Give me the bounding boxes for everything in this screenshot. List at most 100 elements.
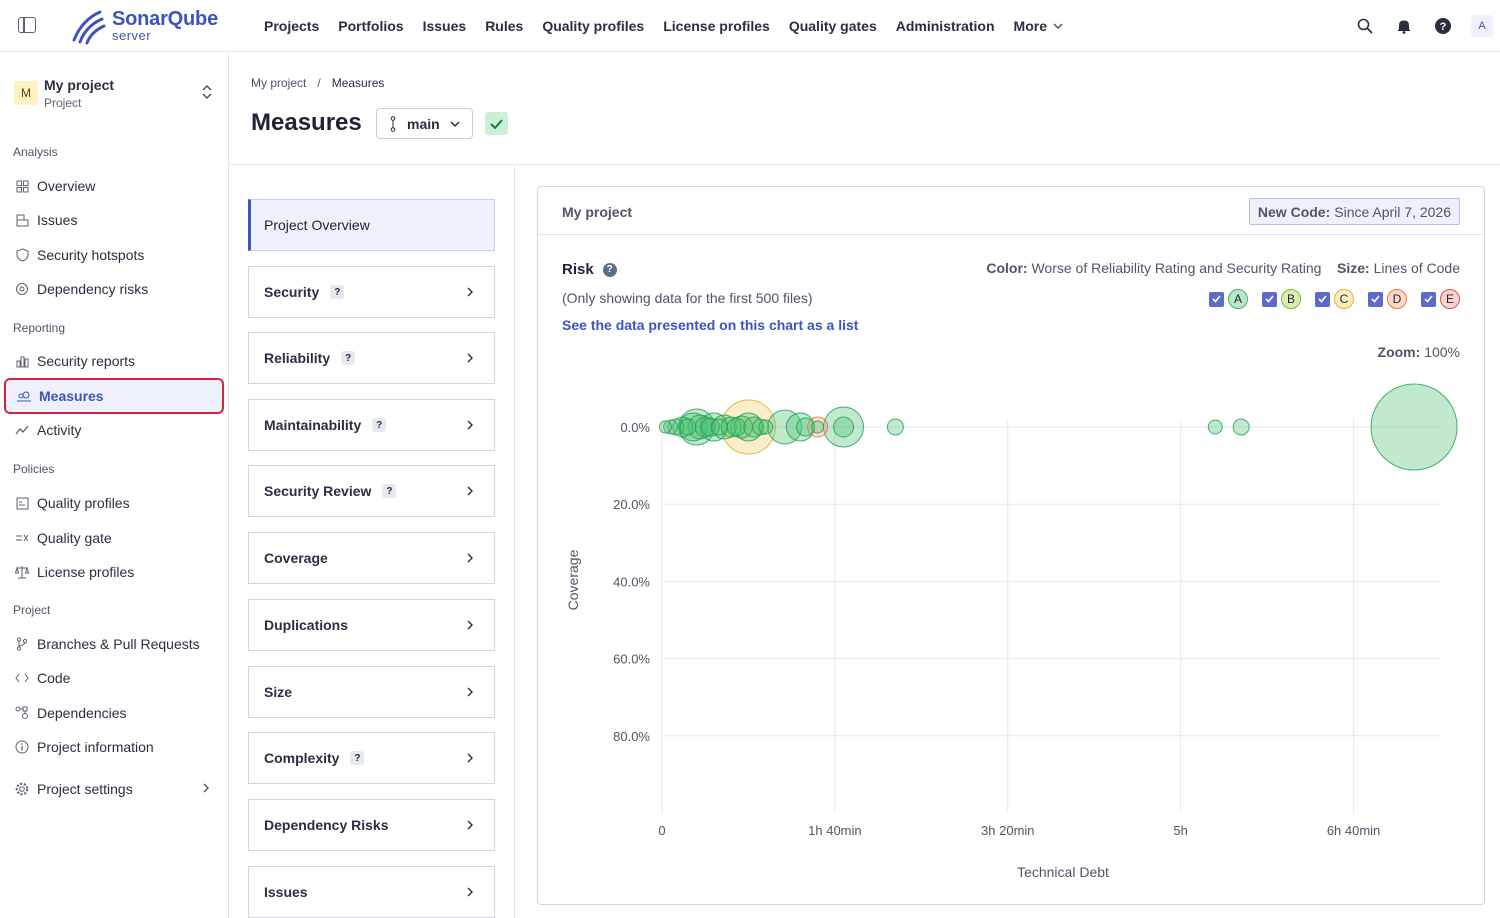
dependency-risk-icon <box>14 281 30 297</box>
measure-label: Coverage <box>264 550 328 566</box>
check-icon <box>490 118 503 129</box>
sidebar-item-label: Dependency risks <box>37 281 149 297</box>
x-tick-label: 5h <box>1173 823 1187 838</box>
sidebar-item-label: Project settings <box>37 781 133 797</box>
help-icon[interactable]: ? <box>382 484 397 498</box>
chevron-up-down-icon <box>202 84 212 100</box>
nav-more[interactable]: More <box>1014 18 1063 34</box>
sidebar-item-code[interactable]: Code <box>4 660 224 696</box>
sidebar-item-branches[interactable]: Branches & Pull Requests <box>4 626 224 662</box>
bubble-point[interactable] <box>886 418 904 436</box>
sidebar-item-label: Overview <box>37 178 96 194</box>
nav-portfolios[interactable]: Portfolios <box>338 18 403 34</box>
risk-bubble-chart[interactable]: 0.0% 20.0% 40.0% 60.0% 80.0% 0 1h 40min 3h 20mi… <box>538 187 1484 904</box>
help-icon[interactable]: ? <box>1432 15 1454 37</box>
user-avatar[interactable]: A <box>1471 15 1493 37</box>
main-nav: Projects Portfolios Issues Rules Quality… <box>264 0 1082 52</box>
chevron-right-icon <box>467 553 473 563</box>
risk-card: My project New Code: Since April 7, 2026… <box>537 186 1485 905</box>
quality-gate-passed-badge <box>485 112 508 135</box>
measure-reliability[interactable]: Reliability ? <box>248 332 495 384</box>
search-icon[interactable] <box>1354 15 1376 37</box>
measure-size[interactable]: Size <box>248 666 495 718</box>
measure-label: Security <box>264 284 320 300</box>
measure-issues[interactable]: Issues <box>248 866 495 918</box>
bubble-point[interactable] <box>726 417 746 437</box>
bubble-point[interactable] <box>1207 419 1223 435</box>
project-switcher[interactable]: M My project Project <box>12 75 217 115</box>
breadcrumb-project[interactable]: My project <box>251 76 306 90</box>
nav-administration[interactable]: Administration <box>896 18 995 34</box>
sidebar-item-dependency-risks[interactable]: Dependency risks <box>4 271 224 307</box>
info-icon <box>14 739 30 755</box>
section-project: Project <box>13 603 51 617</box>
project-avatar: M <box>14 81 38 105</box>
notifications-bell-icon[interactable] <box>1393 15 1415 37</box>
sidebar-item-measures[interactable]: Measures <box>4 378 224 414</box>
measure-dependency-risks[interactable]: Dependency Risks <box>248 799 495 851</box>
chevron-right-icon <box>467 820 473 830</box>
sidebar-item-dependencies[interactable]: Dependencies <box>4 695 224 731</box>
measure-project-overview[interactable]: Project Overview <box>248 199 495 251</box>
measure-maintainability[interactable]: Maintainability ? <box>248 399 495 451</box>
x-tick-label: 6h 40min <box>1327 823 1380 838</box>
nav-issues[interactable]: Issues <box>423 18 467 34</box>
help-icon[interactable]: ? <box>330 285 345 299</box>
sidebar-item-activity[interactable]: Activity <box>4 412 224 448</box>
measure-complexity[interactable]: Complexity ? <box>248 732 495 784</box>
bubble-point[interactable] <box>1232 418 1250 436</box>
bubble-point[interactable] <box>758 419 774 435</box>
y-tick-label: 0.0% <box>620 420 650 435</box>
bubble-point[interactable] <box>658 420 672 434</box>
issues-icon <box>14 212 30 228</box>
y-tick-label: 40.0% <box>613 574 650 589</box>
sidebar-toggle-icon[interactable] <box>18 17 36 33</box>
branch-icon <box>390 115 396 132</box>
chevron-right-icon <box>203 783 209 793</box>
chevron-down-icon <box>1053 23 1063 30</box>
measure-security[interactable]: Security ? <box>248 266 495 318</box>
measure-label: Duplications <box>264 617 349 633</box>
nav-license-profiles[interactable]: License profiles <box>663 18 770 34</box>
measure-label: Project Overview <box>264 217 370 233</box>
x-tick-label: 0 <box>658 823 665 838</box>
bubble-point[interactable] <box>679 418 697 436</box>
breadcrumb: My project / Measures <box>251 76 384 90</box>
x-tick-label: 1h 40min <box>808 823 861 838</box>
sidebar-item-quality-profiles[interactable]: Quality profiles <box>4 485 224 521</box>
sidebar-item-label: License profiles <box>37 564 135 580</box>
nav-projects[interactable]: Projects <box>264 18 319 34</box>
sidebar-item-security-hotspots[interactable]: Security hotspots <box>4 237 224 273</box>
bubble-point[interactable] <box>833 416 855 438</box>
quality-gate-icon <box>14 530 30 546</box>
sidebar-item-issues[interactable]: Issues <box>4 202 224 238</box>
bubble-point[interactable] <box>1370 383 1458 471</box>
branch-selector[interactable]: main <box>376 108 473 139</box>
grid-icon <box>14 178 30 194</box>
sidebar-item-quality-gate[interactable]: Quality gate <box>4 520 224 556</box>
help-icon[interactable]: ? <box>341 351 356 365</box>
bubble-point[interactable] <box>811 420 825 434</box>
sidebar-item-license-profiles[interactable]: License profiles <box>4 554 224 590</box>
measures-icon <box>16 388 32 404</box>
nav-quality-profiles[interactable]: Quality profiles <box>542 18 644 34</box>
measure-label: Complexity <box>264 750 340 766</box>
measure-duplications[interactable]: Duplications <box>248 599 495 651</box>
x-axis-label: Technical Debt <box>1017 864 1109 880</box>
help-icon[interactable]: ? <box>350 751 365 765</box>
y-tick-label: 60.0% <box>613 652 650 667</box>
measure-coverage[interactable]: Coverage <box>248 532 495 584</box>
sonarqube-logo[interactable]: SonarQube server <box>70 6 230 46</box>
breadcrumb-current: Measures <box>331 76 385 90</box>
nav-quality-gates[interactable]: Quality gates <box>789 18 877 34</box>
bubble-point[interactable] <box>710 418 728 436</box>
sidebar-item-overview[interactable]: Overview <box>4 168 224 204</box>
sidebar-item-security-reports[interactable]: Security reports <box>4 343 224 379</box>
sidebar-item-project-information[interactable]: Project information <box>4 729 224 765</box>
sidebar-item-project-settings[interactable]: Project settings <box>4 771 224 807</box>
help-icon[interactable]: ? <box>372 418 387 432</box>
nav-rules[interactable]: Rules <box>485 18 523 34</box>
measure-security-review[interactable]: Security Review ? <box>248 465 495 517</box>
shield-icon <box>14 247 30 263</box>
project-sidebar: M My project Project Analysis Overview I… <box>0 53 229 918</box>
